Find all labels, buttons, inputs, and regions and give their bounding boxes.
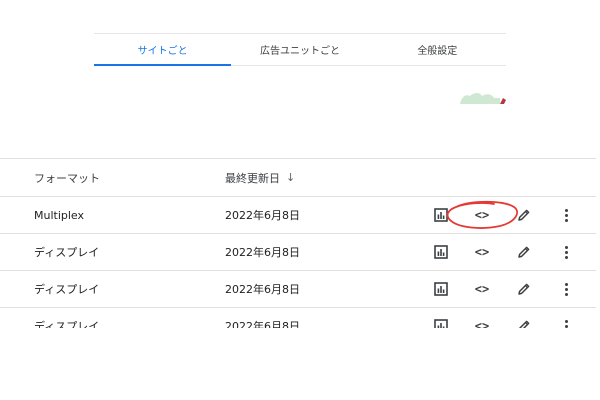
last-updated-cell: 2022年6月8日 [225, 209, 300, 222]
tab-per-site[interactable]: サイトごと [94, 34, 232, 66]
tab-general-settings[interactable]: 全般設定 [369, 34, 506, 65]
edit-button[interactable] [512, 234, 536, 270]
sort-descending-icon: ↓ [286, 171, 296, 184]
pencil-icon [518, 246, 530, 258]
format-cell: ディスプレイ [34, 246, 100, 259]
last-updated-cell: 2022年6月8日 [225, 320, 300, 328]
code-button[interactable]: <> [470, 197, 494, 233]
table-row: ディスプレイ 2022年6月8日 <> [0, 271, 596, 308]
column-header-format: フォーマット [34, 171, 100, 185]
code-button[interactable]: <> [470, 271, 494, 307]
bar-chart-icon [434, 282, 448, 296]
code-icon: <> [474, 208, 490, 222]
pencil-icon [518, 283, 530, 295]
table-row: ディスプレイ 2022年6月8日 <> [0, 308, 596, 328]
more-options-button[interactable] [554, 271, 578, 307]
report-button[interactable] [429, 271, 453, 307]
format-cell: ディスプレイ [34, 320, 100, 328]
bar-chart-icon [434, 208, 448, 222]
edit-button[interactable] [512, 271, 536, 307]
code-button[interactable]: <> [470, 308, 494, 328]
more-options-button[interactable] [554, 197, 578, 233]
last-updated-cell: 2022年6月8日 [225, 246, 300, 259]
tab-per-ad-unit[interactable]: 広告ユニットごと [231, 34, 368, 65]
table-row: ディスプレイ 2022年6月8日 <> [0, 234, 596, 271]
pencil-icon [518, 320, 530, 328]
more-options-button[interactable] [554, 308, 578, 328]
more-vert-icon [564, 319, 568, 329]
more-vert-icon [564, 282, 568, 296]
more-options-button[interactable] [554, 234, 578, 270]
report-button[interactable] [429, 308, 453, 328]
code-icon: <> [474, 282, 490, 296]
pencil-icon [518, 209, 530, 221]
format-cell: ディスプレイ [34, 283, 100, 296]
decorative-illustration [460, 93, 506, 104]
code-icon: <> [474, 245, 490, 259]
more-vert-icon [564, 208, 568, 222]
edit-button[interactable] [512, 197, 536, 233]
bar-chart-icon [434, 245, 448, 259]
table-row: Multiplex 2022年6月8日 <> [0, 197, 596, 234]
bar-chart-icon [434, 319, 448, 328]
edit-button[interactable] [512, 308, 536, 328]
tab-bar: サイトごと 広告ユニットごと 全般設定 [94, 33, 506, 66]
format-cell: Multiplex [34, 208, 85, 222]
column-header-last-updated-label: 最終更新日 [225, 171, 280, 185]
report-button[interactable] [429, 234, 453, 270]
more-vert-icon [564, 245, 568, 259]
ad-units-table: フォーマット 最終更新日 ↓ Multiplex 2022年6月8日 <> ディ… [0, 158, 596, 328]
report-button[interactable] [429, 197, 453, 233]
column-header-last-updated[interactable]: 最終更新日 ↓ [225, 159, 295, 196]
last-updated-cell: 2022年6月8日 [225, 283, 300, 296]
code-button[interactable]: <> [470, 234, 494, 270]
code-icon: <> [474, 319, 490, 328]
table-header: フォーマット 最終更新日 ↓ [0, 159, 596, 197]
